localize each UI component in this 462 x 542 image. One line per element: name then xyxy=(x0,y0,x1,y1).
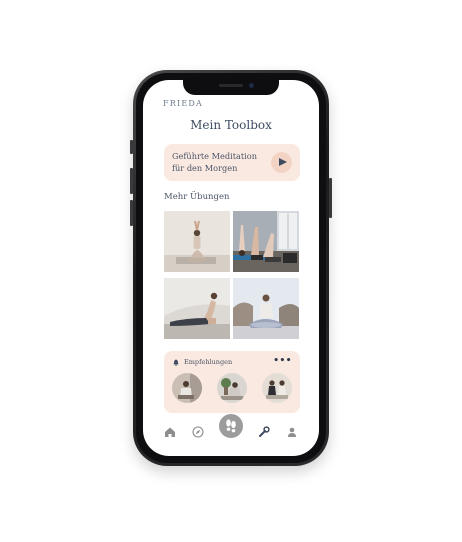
phone-notch xyxy=(183,80,279,95)
mute-switch xyxy=(130,140,133,154)
recommendations-card: Empfehlungen ••• xyxy=(164,351,300,413)
user-icon[interactable] xyxy=(286,426,298,438)
footprints-icon xyxy=(226,419,236,433)
recommendations-label: Empfehlungen xyxy=(184,358,233,366)
recommendation-item-3[interactable] xyxy=(262,373,292,403)
section-more-exercises: Mehr Übungen xyxy=(164,192,230,202)
exercise-tile-2[interactable] xyxy=(233,211,299,272)
power-button xyxy=(329,178,332,218)
bell-icon xyxy=(173,359,179,366)
exercise-tile-3[interactable] xyxy=(164,278,230,339)
meditation-card-text: Geführte Meditation für den Morgen xyxy=(172,150,262,174)
brand-logo: FRIEDA xyxy=(163,99,203,108)
stage: FRIEDA Mein Toolbox Geführte Meditation … xyxy=(0,0,462,542)
front-camera xyxy=(249,83,254,88)
page-title: Mein Toolbox xyxy=(190,118,272,132)
exercise-tile-4[interactable] xyxy=(233,278,299,339)
more-options-button[interactable]: ••• xyxy=(273,356,292,366)
volume-down-button xyxy=(130,200,133,226)
recommendation-item-2[interactable] xyxy=(217,373,247,403)
volume-up-button xyxy=(130,168,133,194)
phone-screen: FRIEDA Mein Toolbox Geführte Meditation … xyxy=(143,80,319,456)
recommendation-item-1[interactable] xyxy=(172,373,202,403)
tab-bar xyxy=(143,414,319,450)
meditation-card[interactable]: Geführte Meditation für den Morgen xyxy=(164,144,300,181)
compass-icon[interactable] xyxy=(192,426,204,438)
wrench-icon[interactable] xyxy=(258,426,270,438)
meditation-title-line2: für den Morgen xyxy=(172,163,238,173)
footprints-button[interactable] xyxy=(219,414,243,438)
home-icon[interactable] xyxy=(164,426,176,438)
speaker-grille xyxy=(219,84,243,87)
exercise-tile-1[interactable] xyxy=(164,211,230,272)
meditation-title-line1: Geführte Meditation xyxy=(172,151,257,161)
play-button[interactable] xyxy=(271,152,292,173)
